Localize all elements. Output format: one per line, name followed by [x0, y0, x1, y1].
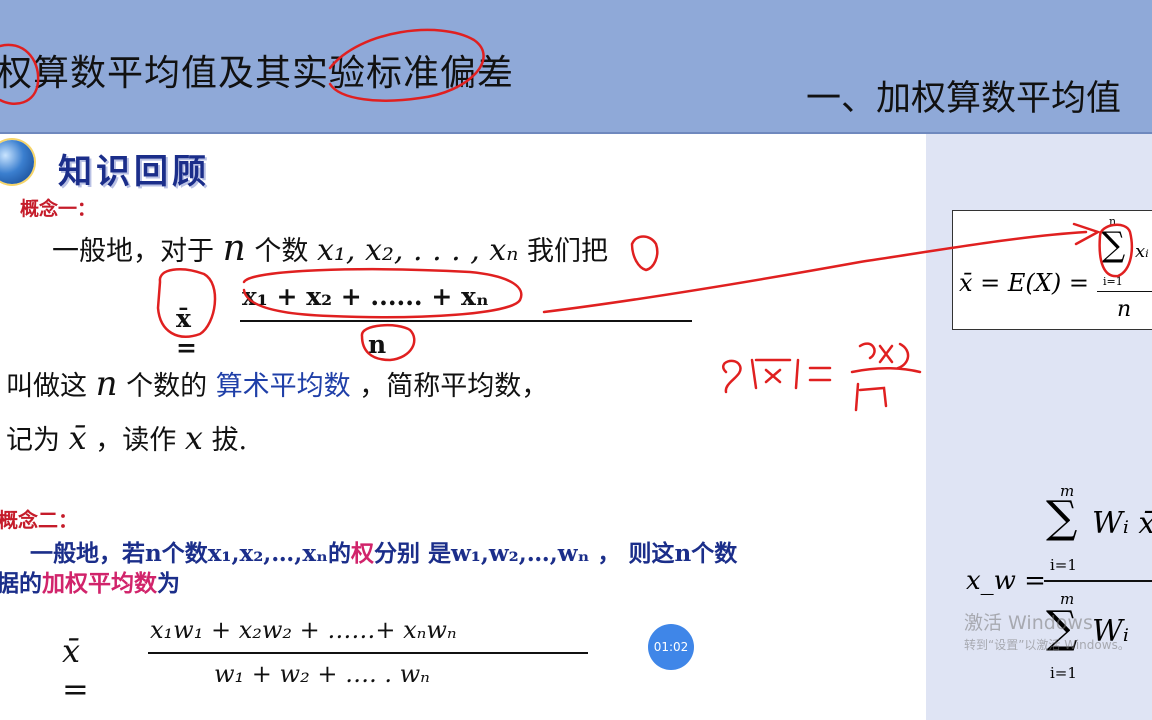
term-highlight: 权 — [350, 540, 374, 567]
sum-lower: i=1 — [1050, 556, 1077, 574]
text-fragment: 拔. — [211, 425, 248, 456]
formula-lhs: x̄ = — [176, 304, 197, 362]
text-fragment: 据的 — [0, 570, 42, 597]
fraction-bar — [1097, 291, 1152, 292]
math-var: x — [184, 419, 203, 457]
text-fragment: 分别 是w₁,w₂,…,wₙ ， 则这n个数 — [373, 540, 738, 567]
concept1-line1: 一般地，对于 n 个数 x₁, x₂, . . . , xₙ 我们把 — [52, 228, 608, 269]
sum-icon: ∑ — [1046, 492, 1078, 543]
concept1-label: 概念一： — [20, 198, 97, 220]
math-var: n — [222, 228, 246, 269]
sum-icon: ∑ — [1101, 225, 1126, 265]
concept2-line1: 一般地，若n个数x₁,x₂,…,xₙ的权分别 是w₁,w₂,…,wₙ ， 则这n… — [30, 534, 737, 568]
formula-lhs: x_w = — [966, 566, 1046, 596]
formula-denominator: n — [368, 330, 387, 359]
activation-watermark: 激活 Windows — [964, 612, 1093, 634]
text-fragment: 一般地，对于 — [52, 236, 214, 267]
text-fragment: 为 — [157, 570, 180, 597]
formula-numerator: x₁w₁ + x₂w₂ + ……+ xₙwₙ — [150, 616, 457, 644]
text-fragment: ，读作 — [95, 425, 177, 456]
weighted-mean-side-formula: x_w = m ∑ i=1 Wᵢ x̄ m ∑ i=1 Wᵢ — [962, 478, 1152, 698]
formula-denominator: w₁ + w₂ + …. . wₙ — [214, 660, 430, 688]
text-fragment: 叫做这 — [6, 371, 87, 402]
concept1-line3: 记为 x̄ ，读作 x 拔. — [6, 418, 247, 457]
math-var: x̄ — [68, 419, 87, 457]
sum-term: Wᵢ x̄ — [1092, 506, 1152, 541]
recording-timer-button[interactable]: 01:02 — [648, 624, 694, 670]
section-title: 一、加权算数平均值 — [806, 79, 1122, 119]
text-fragment: 我们把 — [526, 236, 608, 267]
expectation-formula-box: x̄ = E(X) = n ∑ i=1 xᵢ n — [952, 210, 1152, 330]
formula-lhs: x̄ = — [62, 632, 89, 708]
sum-lower: i=1 — [1103, 275, 1123, 288]
math-var: n — [95, 364, 118, 404]
activation-watermark-hint: 转到“设置”以激活 Windows。 — [964, 638, 1130, 652]
page-title: 权算数平均值及其实验标准偏差 — [0, 53, 515, 94]
slide-header: 权算数平均值及其实验标准偏差 一、加权算数平均值 — [0, 0, 1152, 134]
formula-denominator: n — [1117, 297, 1132, 322]
math-sequence: x₁, x₂, . . . , xₙ — [316, 233, 519, 268]
banner-title: 知识回顾 — [58, 152, 210, 192]
sum-lower: i=1 — [1050, 664, 1077, 682]
sum-term: xᵢ — [1135, 241, 1149, 262]
text-fragment: ，简称平均数， — [359, 371, 549, 402]
text-fragment: 个数 — [254, 236, 309, 267]
concept1-line2: 叫做这 n 个数的 算术平均数 ，简称平均数， — [6, 364, 548, 404]
text-fragment: 记为 — [6, 425, 60, 456]
concept2-line2: 据的加权平均数为 — [0, 564, 180, 598]
formula-numerator: x₁ + x₂ + ...... + xₙ — [242, 282, 489, 311]
term-highlight: 算术平均数 — [215, 371, 351, 402]
text-fragment: 个数的 — [126, 371, 208, 402]
fraction-bar — [240, 320, 692, 322]
formula-lhs: x̄ = E(X) = — [959, 269, 1089, 297]
term-highlight: 加权平均数 — [42, 570, 157, 597]
fraction-bar — [148, 652, 588, 654]
fraction-bar — [1044, 580, 1152, 582]
text-fragment: 一般地，若n个数x₁,x₂,…,xₙ的 — [30, 540, 351, 567]
concept2-label: 概念二： — [0, 508, 78, 532]
